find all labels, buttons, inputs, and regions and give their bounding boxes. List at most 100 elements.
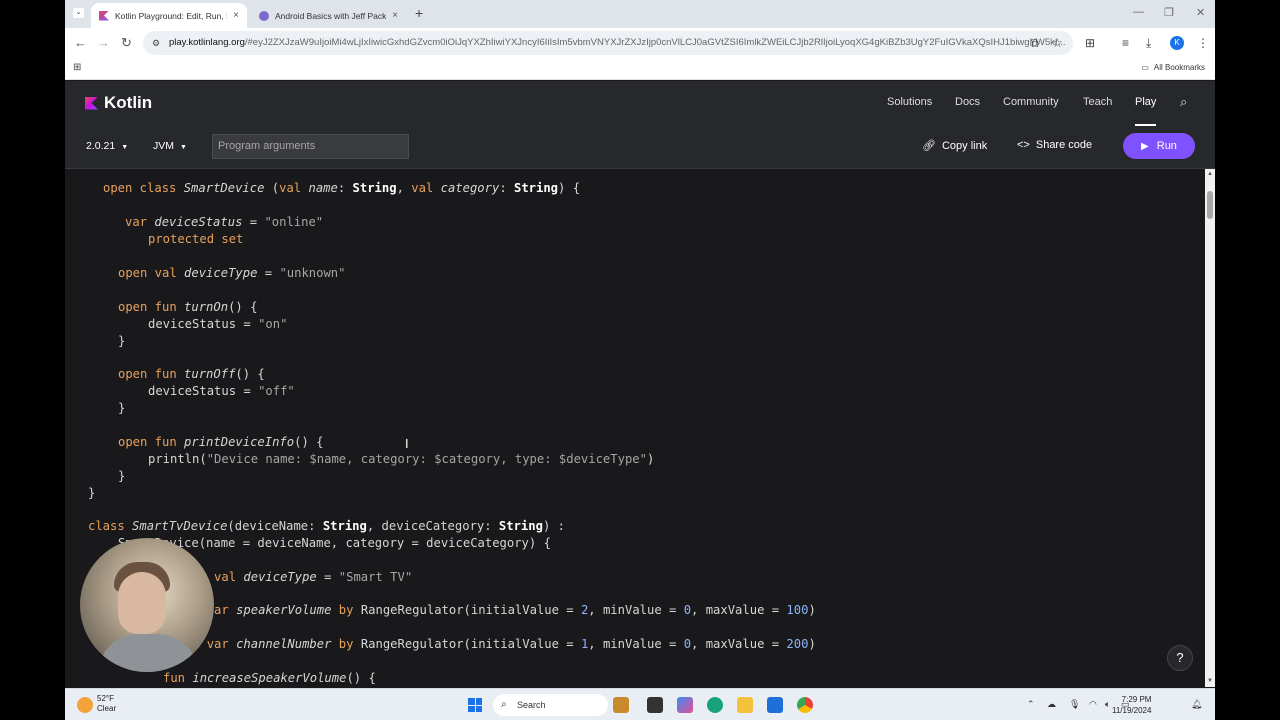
program-arguments-input[interactable]: Program arguments [212, 134, 409, 159]
url-path: /#eyJ2ZXJzaW9uIjoiMi4wLjIxIiwicGxhdGZvcm… [244, 37, 1066, 48]
code-line: println("Device name: $name, category: $… [148, 452, 655, 466]
editor-scrollbar[interactable]: ▲ ▼ [1205, 169, 1215, 687]
bookmarks-bar: ⊞ ▭ All Bookmarks [65, 58, 1215, 80]
run-button[interactable]: ▶ Run [1123, 133, 1195, 159]
store-icon[interactable] [767, 697, 783, 713]
tab-kotlin-playground[interactable]: Kotlin Playground: Edit, Run, Share Kotl… [91, 3, 247, 28]
nav-community[interactable]: Community [1003, 96, 1059, 108]
chevron-down-icon: ▼ [121, 144, 129, 151]
webcam-face [118, 572, 166, 634]
close-window-icon[interactable]: ✕ [1196, 6, 1205, 19]
downloads-icon[interactable]: ⤓ [1146, 36, 1151, 51]
scroll-down-icon[interactable]: ▼ [1207, 678, 1213, 684]
code-line: open val deviceType = "unknown" [118, 266, 346, 280]
onedrive-icon[interactable]: ☁ [1047, 699, 1056, 710]
file-explorer-icon[interactable] [737, 697, 753, 713]
all-bookmarks-button[interactable]: ▭ All Bookmarks [1141, 63, 1205, 72]
copilot-icon[interactable] [677, 697, 693, 713]
nav-solutions[interactable]: Solutions [887, 96, 932, 108]
tray-chevron-icon[interactable]: ⌃ [1027, 699, 1035, 710]
copy-link-label: Copy link [941, 139, 988, 152]
taskbar-search[interactable]: ⌕ Search [493, 694, 608, 716]
weather-widget[interactable]: 52°F Clear [77, 694, 116, 714]
apps-grid-icon[interactable]: ⊞ [73, 62, 81, 73]
taskbar: 52°F Clear ⌕ Search ⌃ ☁ 🎙︎ ◠ 🔈︎ ▭ 7:29 PM… [65, 688, 1215, 720]
reload-icon[interactable]: ↻ [121, 35, 132, 51]
volume-icon[interactable]: 🔈︎ [1105, 699, 1110, 710]
weather-temp: 52°F [97, 694, 114, 703]
code-line: protected set [148, 232, 244, 246]
folder-icon: ▭ [1141, 63, 1149, 72]
edge-icon[interactable] [707, 697, 723, 713]
extensions-icon[interactable]: ⊞ [1085, 36, 1095, 50]
kotlin-logo[interactable]: Kotlin [85, 93, 152, 113]
weather-condition: Clear [97, 704, 117, 713]
share-code-label: Share code [1035, 139, 1093, 151]
menu-kebab-icon[interactable]: ⋮ [1197, 36, 1209, 50]
site-info-icon[interactable]: ⚙ [152, 31, 160, 55]
browser-window: ⌄ Kotlin Playground: Edit, Run, Share Ko… [65, 0, 1215, 720]
maximize-icon[interactable]: ❐ [1164, 6, 1174, 19]
code-line: private var channelNumber by RangeRegula… [148, 637, 816, 651]
copy-link-button[interactable]: 🔗︎ Copy link [922, 139, 988, 153]
run-label: Run [1156, 140, 1177, 152]
play-icon: ▶ [1141, 140, 1149, 152]
reading-list-icon[interactable]: ≡ [1122, 36, 1129, 50]
code-line: open fun turnOff() { [118, 367, 265, 381]
system-clock[interactable]: 7:29 PM 11/19/2024 [1112, 694, 1151, 716]
bookmark-star-icon[interactable]: ☆ [1052, 36, 1063, 50]
code-line: open fun printDeviceInfo() { [118, 435, 324, 449]
install-app-icon[interactable]: ⧉ [1030, 36, 1039, 51]
code-line: } [118, 469, 126, 483]
tab-label: Android Basics with Jeff Pack Compose [275, 10, 387, 21]
scrollbar-thumb[interactable] [1207, 191, 1213, 219]
notification-bell-icon[interactable]: 🔔︎ [1191, 699, 1202, 710]
taskbar-search-label: Search [517, 700, 546, 710]
work-app-icon[interactable] [613, 697, 629, 713]
tab-android-basics[interactable]: Android Basics with Jeff Pack Compose × [251, 3, 406, 28]
windows-start-icon[interactable] [468, 698, 482, 712]
profile-avatar[interactable]: K [1170, 36, 1184, 50]
microphone-icon[interactable]: 🎙︎ [1069, 699, 1080, 710]
chevron-down-icon: ▼ [180, 144, 187, 151]
code-line: open fun turnOn() { [118, 300, 258, 314]
code-line: fun increaseSpeakerVolume() { [163, 671, 376, 685]
code-line: } [118, 334, 126, 348]
share-code-button[interactable]: <> Share code [1017, 139, 1092, 151]
text-cursor-icon: I [405, 436, 409, 451]
nav-docs[interactable]: Docs [955, 96, 980, 108]
wifi-icon[interactable]: ◠ [1089, 699, 1097, 710]
code-editor[interactable]: open class SmartDevice (val name: String… [65, 169, 1205, 687]
target-select[interactable]: JVM ▼ [153, 140, 187, 152]
tab-bar: ⌄ Kotlin Playground: Edit, Run, Share Ko… [65, 0, 1215, 28]
webcam-body [98, 634, 198, 672]
url-field[interactable]: ⚙ play.kotlinlang.org/#eyJ2ZXJzaW9uIjoiM… [143, 31, 1073, 55]
link-icon: 🔗︎ [922, 140, 936, 152]
search-icon: ⌕ [501, 699, 507, 710]
code-line: var deviceStatus = "online" [125, 215, 324, 229]
code-line: deviceStatus = "off" [148, 384, 295, 398]
minimize-icon[interactable]: — [1133, 6, 1144, 18]
target-value: JVM [153, 140, 174, 152]
file-app-icon[interactable] [647, 697, 663, 713]
logo-text: Kotlin [104, 93, 153, 112]
scroll-up-icon[interactable]: ▲ [1207, 171, 1213, 177]
kotlin-logo-icon [85, 96, 98, 110]
back-icon[interactable]: ← [74, 35, 87, 50]
kotlin-favicon-icon [99, 10, 109, 21]
clock-date: 11/19/2024 [1112, 706, 1152, 715]
nav-play[interactable]: Play [1135, 96, 1157, 126]
search-icon[interactable]: ⌕ [1180, 94, 1187, 110]
chrome-icon[interactable] [797, 697, 813, 713]
code-line: open class SmartDevice (val name: String… [103, 181, 581, 195]
code-line: deviceStatus = "on" [148, 317, 288, 331]
close-tab-icon[interactable]: × [233, 10, 239, 21]
close-tab-icon[interactable]: × [392, 10, 398, 21]
tab-search-icon[interactable]: ⌄ [73, 8, 84, 18]
nav-teach[interactable]: Teach [1083, 96, 1112, 108]
version-select[interactable]: 2.0.21 ▼ [86, 140, 128, 152]
forward-icon[interactable]: → [97, 35, 110, 50]
new-tab-button[interactable]: + [415, 5, 423, 21]
help-button[interactable]: ? [1167, 645, 1193, 671]
weather-icon [77, 697, 93, 713]
